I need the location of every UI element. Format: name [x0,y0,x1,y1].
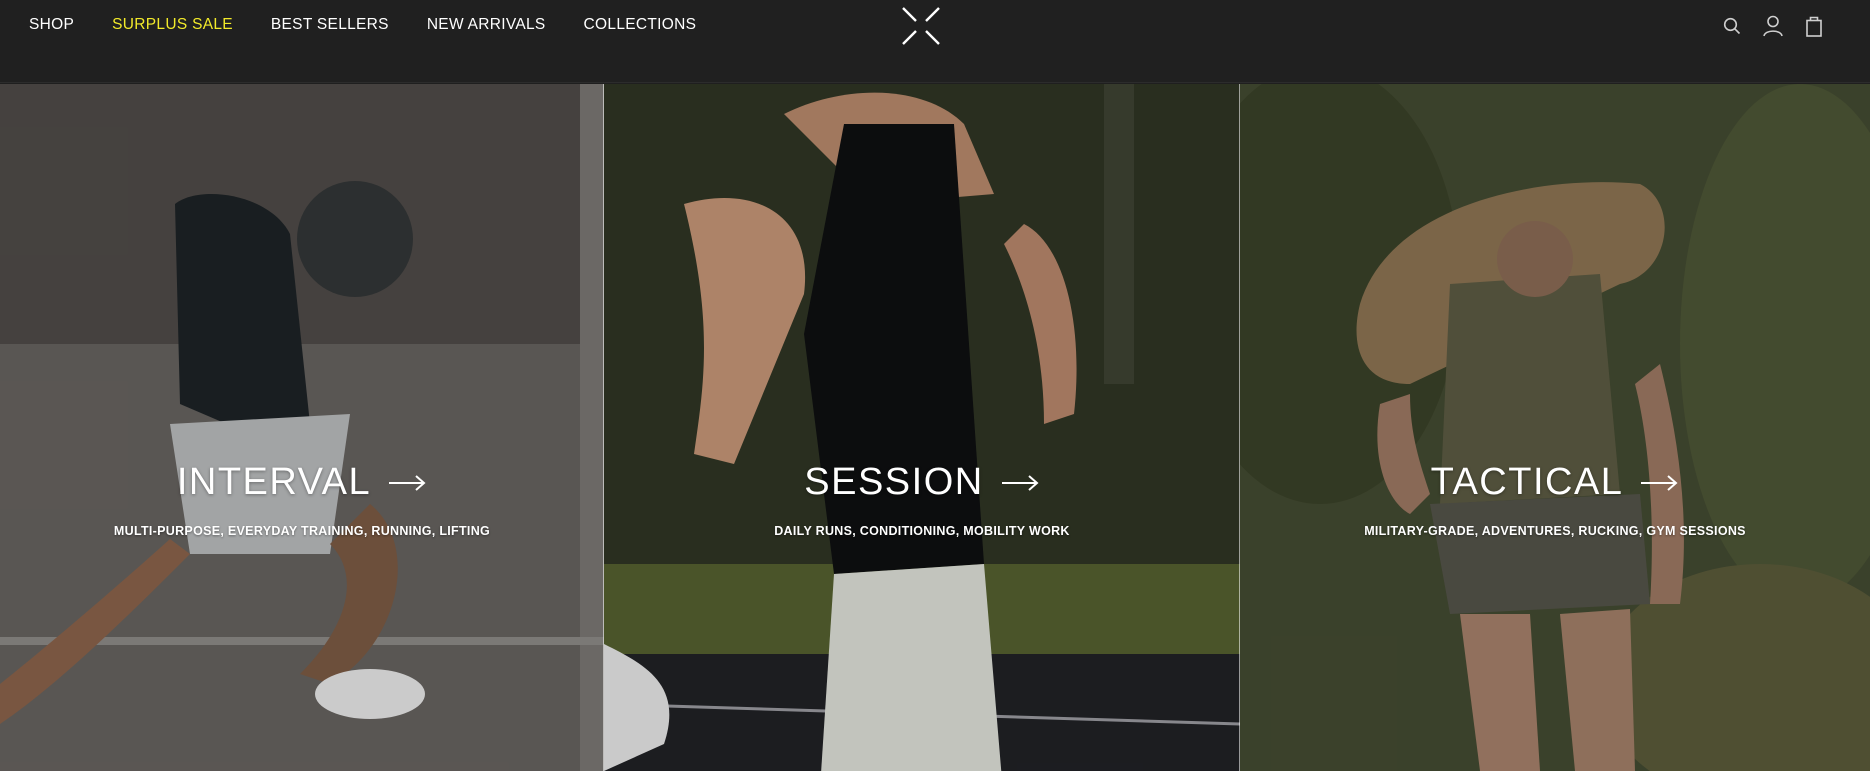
nav-item-new-arrivals[interactable]: NEW ARRIVALS [427,16,546,34]
cart-icon[interactable] [1801,13,1827,39]
account-icon[interactable] [1760,13,1786,39]
nav-item-best-sellers[interactable]: BEST SELLERS [271,16,389,34]
nav-item-collections[interactable]: COLLECTIONS [584,16,697,34]
image-overlay [0,84,604,771]
nav-item-surplus-sale[interactable]: SURPLUS SALE [112,16,233,34]
search-icon[interactable] [1719,13,1745,39]
nav-item-shop[interactable]: SHOP [29,16,74,34]
category-card-tactical[interactable]: TACTICAL MILITARY-GRADE, ADVENTURES, RUC… [1240,84,1870,771]
panel-subtitle: MULTI-PURPOSE, EVERYDAY TRAINING, RUNNIN… [113,524,491,538]
category-panels: INTERVAL MULTI-PURPOSE, EVERYDAY TRAININ… [0,84,1870,771]
panel-subtitle: DAILY RUNS, CONDITIONING, MOBILITY WORK [774,524,1070,538]
arrow-right-icon [389,474,426,491]
panel-title-row: TACTICAL [1240,461,1870,504]
category-card-interval[interactable]: INTERVAL MULTI-PURPOSE, EVERYDAY TRAININ… [0,84,604,771]
arrow-right-icon [1641,474,1678,491]
x-burst-logo-icon[interactable] [901,6,941,46]
main-nav: SHOP SURPLUS SALE BEST SELLERS NEW ARRIV… [29,16,734,34]
panel-title: INTERVAL [176,461,372,503]
image-overlay [604,84,1240,771]
panel-title: TACTICAL [1430,461,1624,503]
header-actions [1690,13,1870,39]
site-header: SHOP SURPLUS SALE BEST SELLERS NEW ARRIV… [0,0,1870,83]
arrow-right-icon [1001,474,1039,491]
panel-title: SESSION [804,461,984,503]
image-overlay [1240,84,1870,771]
panel-title-row: SESSION [604,461,1240,504]
category-card-session[interactable]: SESSION DAILY RUNS, CONDITIONING, MOBILI… [604,84,1240,771]
panel-title-row: INTERVAL [0,461,604,504]
panel-subtitle: MILITARY-GRADE, ADVENTURES, RUCKING, GYM… [1364,524,1746,538]
